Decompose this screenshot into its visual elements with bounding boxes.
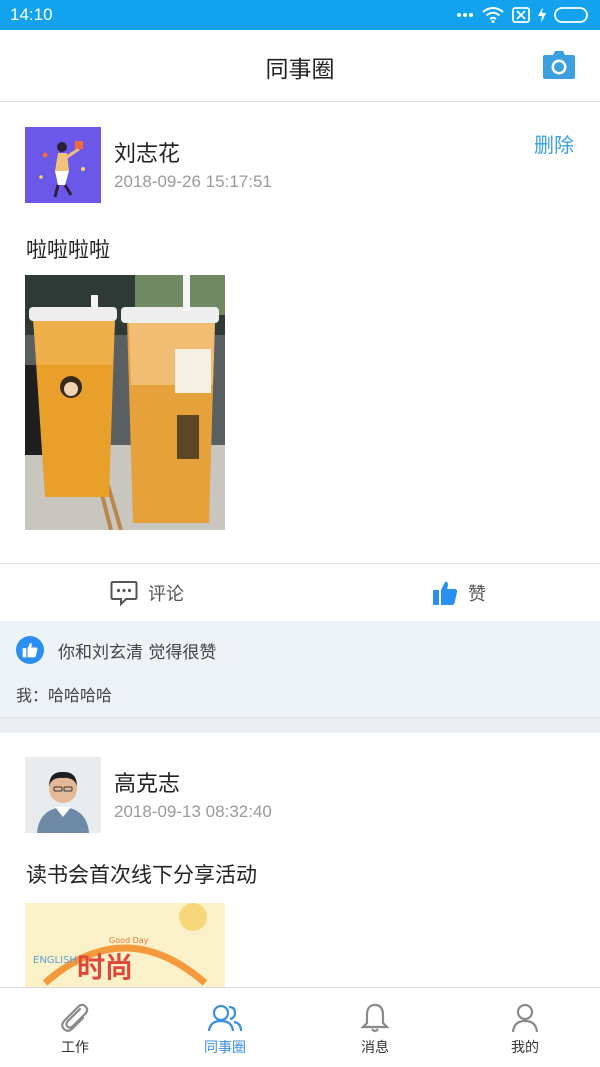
- wifi-icon: [482, 7, 504, 23]
- post-timestamp: 2018-09-13 08:32:40: [114, 802, 272, 821]
- post: 刘志花 2018-09-26 15:17:51 删除 啦啦啦啦: [0, 103, 600, 563]
- paperclip-icon: [61, 1003, 89, 1032]
- post-text: 读书会首次线下分享活动: [26, 863, 257, 887]
- post-timestamp: 2018-09-26 15:17:51: [114, 172, 272, 191]
- people-icon: [207, 1004, 243, 1032]
- like-badge-icon: [16, 636, 44, 664]
- author-name[interactable]: 刘志花: [114, 136, 180, 168]
- signal-dots-icon: [457, 13, 473, 17]
- post-image[interactable]: Good Day ENGLISH 时尚: [25, 903, 225, 987]
- tab-label: 同事圈: [204, 1040, 246, 1056]
- charging-icon: [538, 7, 546, 23]
- comment-icon: [110, 581, 138, 606]
- tab-label: 我的: [511, 1040, 539, 1056]
- avatar-photo: [25, 757, 101, 833]
- author-name[interactable]: 高克志: [114, 766, 180, 798]
- likes-text: 你和刘玄清 觉得很赞: [58, 642, 217, 663]
- post-divider: [0, 717, 600, 733]
- person-icon: [511, 1003, 539, 1033]
- tab-me[interactable]: 我的: [450, 988, 600, 1067]
- tab-colleague-circle[interactable]: 同事圈: [150, 988, 300, 1067]
- avatar[interactable]: [25, 127, 101, 203]
- tab-work[interactable]: 工作: [0, 988, 150, 1067]
- like-button[interactable]: 赞: [432, 564, 486, 622]
- delete-button[interactable]: 删除: [534, 129, 574, 158]
- feed[interactable]: 刘志花 2018-09-26 15:17:51 删除 啦啦啦啦 评论 赞 你和刘…: [0, 103, 600, 987]
- poster-small-text: Good Day: [109, 936, 149, 945]
- bell-icon: [360, 1003, 390, 1033]
- nav-bar: 同事圈: [0, 30, 600, 102]
- camera-icon: [543, 51, 575, 79]
- post-action-bar: 评论 赞: [0, 563, 600, 621]
- avatar-illustration: [25, 127, 101, 203]
- post: 高克志 2018-09-13 08:32:40 读书会首次线下分享活动 Good…: [0, 733, 600, 987]
- thumbs-up-icon: [433, 581, 458, 605]
- page-title: 同事圈: [265, 57, 335, 83]
- status-bar: 14:10: [0, 0, 600, 30]
- event-poster-image: Good Day ENGLISH 时尚: [25, 903, 225, 987]
- bottom-tab-bar: 工作 同事圈 消息 我的: [0, 987, 600, 1067]
- battery-icon: [554, 7, 588, 23]
- poster-title: 时尚: [77, 951, 133, 984]
- comment-button[interactable]: 评论: [110, 564, 184, 622]
- comment-label: 评论: [148, 584, 184, 605]
- likes-row: 你和刘玄清 觉得很赞: [16, 636, 216, 664]
- tab-messages[interactable]: 消息: [300, 988, 450, 1067]
- bubble-tea-photo: [25, 275, 225, 530]
- tab-label: 消息: [361, 1040, 389, 1056]
- avatar[interactable]: [25, 757, 101, 833]
- comment-item[interactable]: 我：哈哈哈哈: [16, 682, 112, 706]
- status-icons: [456, 5, 590, 25]
- sim-blocked-icon: [512, 7, 530, 23]
- post-image[interactable]: [25, 275, 225, 530]
- likes-comments-panel: 你和刘玄清 觉得很赞 我：哈哈哈哈: [0, 621, 600, 717]
- tab-label: 工作: [61, 1040, 89, 1056]
- status-time: 14:10: [10, 5, 53, 24]
- camera-button[interactable]: [542, 50, 576, 80]
- like-label: 赞: [468, 584, 486, 605]
- post-text: 啦啦啦啦: [26, 238, 110, 262]
- poster-letters: ENGLISH: [33, 955, 77, 966]
